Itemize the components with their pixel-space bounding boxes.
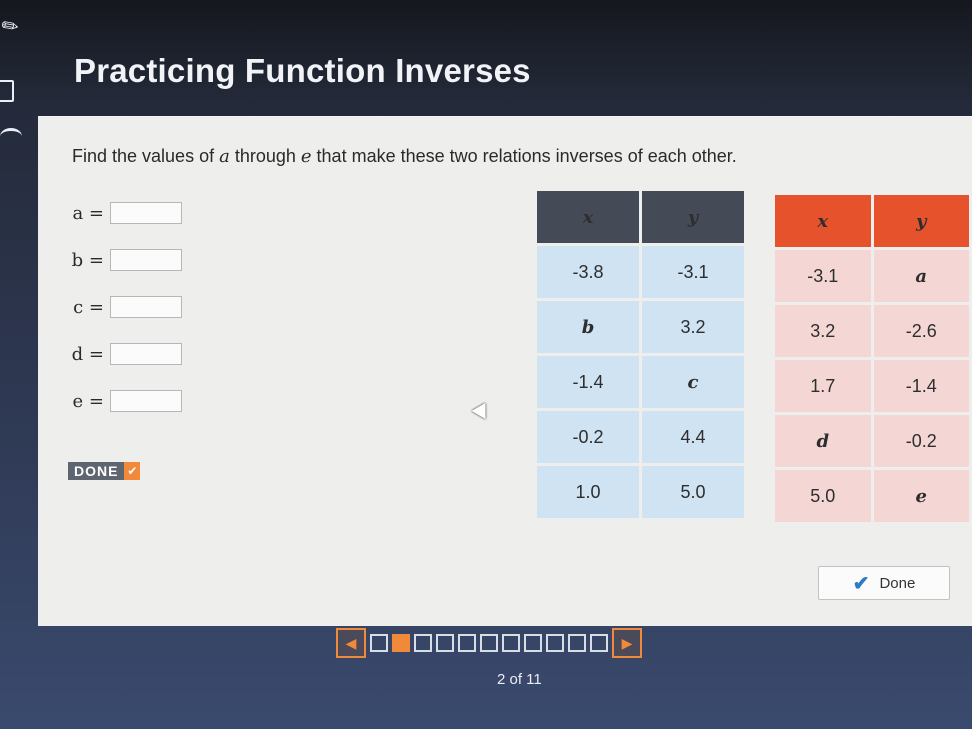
next-page-button[interactable]: ▶	[612, 628, 642, 658]
var-e: e	[300, 146, 312, 167]
page-indicator-1[interactable]	[370, 634, 388, 652]
table2-cell: -3.1	[775, 250, 871, 302]
question-prompt: Find the values of a through e that make…	[72, 146, 832, 167]
var-a: a	[219, 146, 230, 167]
reference-icon[interactable]	[0, 128, 22, 145]
done-button-label: Done	[879, 574, 916, 592]
page-title: Practicing Function Inverses	[74, 52, 531, 89]
page-counter: 2 of 11	[497, 671, 542, 688]
calculator-icon[interactable]	[0, 80, 14, 102]
page-indicator-7[interactable]	[502, 634, 520, 652]
table2-cell: -0.2	[873, 415, 969, 467]
table2-cell: -2.6	[873, 305, 969, 357]
table2-cell: -1.4	[873, 360, 969, 412]
table1-cell: -1.4	[537, 356, 639, 408]
check-icon: ✔	[124, 462, 141, 480]
table2-cell-d: d	[775, 415, 871, 467]
table2-cell-e: e	[873, 470, 969, 522]
table1-cell: -3.8	[537, 246, 639, 298]
page-indicator-9[interactable]	[546, 634, 564, 652]
prompt-suffix: that make these two relations inverses o…	[311, 146, 737, 166]
answer-label-e: e =	[72, 390, 104, 412]
answer-row-d: d =	[66, 340, 182, 368]
table1-cell: 5.0	[642, 466, 744, 518]
side-toolbar: ✎	[0, 0, 26, 729]
table2-cell: 1.7	[775, 360, 871, 412]
answer-input-b[interactable]	[110, 249, 182, 271]
table1-cell: -0.2	[537, 411, 639, 463]
page-indicator-11[interactable]	[590, 634, 608, 652]
table2-header-y: y	[873, 195, 969, 247]
table2-header-x: x	[775, 195, 871, 247]
pencil-icon[interactable]: ✎	[0, 11, 24, 41]
table1-cell: -3.1	[642, 246, 744, 298]
table1-cell: 3.2	[642, 301, 744, 353]
page-indicator-2[interactable]	[392, 634, 410, 652]
done-mini-label: DONE	[68, 462, 125, 480]
answer-input-d[interactable]	[110, 343, 182, 365]
answer-input-c[interactable]	[110, 296, 182, 318]
table2-cell: 5.0	[775, 470, 871, 522]
table1-cell: 4.4	[642, 411, 744, 463]
page-indicator-8[interactable]	[524, 634, 542, 652]
relation-table-1: x y -3.8 -3.1 b 3.2 -1.4 c -0.2 4.4 1.0 …	[534, 188, 747, 521]
answer-label-b: b =	[71, 249, 104, 271]
answer-row-a: a =	[66, 199, 182, 227]
page-indicator-5[interactable]	[458, 634, 476, 652]
answer-input-e[interactable]	[110, 390, 182, 412]
answer-label-d: d =	[71, 343, 104, 365]
table2-cell: 3.2	[775, 305, 871, 357]
table1-header-y: y	[642, 191, 744, 243]
answer-row-c: c =	[66, 293, 182, 321]
table2-cell-a: a	[873, 250, 969, 302]
prompt-mid: through	[229, 146, 301, 166]
page-indicator-6[interactable]	[480, 634, 498, 652]
page-indicator-10[interactable]	[568, 634, 586, 652]
answer-row-b: b =	[66, 246, 182, 274]
answer-row-e: e =	[66, 387, 182, 415]
answer-label-a: a =	[72, 202, 104, 224]
prompt-prefix: Find the values of	[72, 146, 220, 166]
relation-table-2: x y -3.1 a 3.2 -2.6 1.7 -1.4 d -0.2 5.0 …	[772, 192, 972, 525]
table1-cell-b: b	[537, 301, 639, 353]
page-indicator-4[interactable]	[436, 634, 454, 652]
prev-page-button[interactable]: ◀	[336, 628, 366, 658]
done-mini-button[interactable]: DONE ✔	[68, 462, 141, 480]
done-button[interactable]: ✔ Done	[818, 566, 950, 600]
answer-input-a[interactable]	[110, 202, 182, 224]
table1-cell: 1.0	[537, 466, 639, 518]
table1-cell-c: c	[642, 356, 744, 408]
page-indicator-3[interactable]	[414, 634, 432, 652]
answer-label-c: c =	[73, 296, 104, 318]
table1-header-x: x	[537, 191, 639, 243]
pagination: ◀ ▶	[336, 628, 642, 658]
check-icon: ✔	[852, 572, 870, 595]
